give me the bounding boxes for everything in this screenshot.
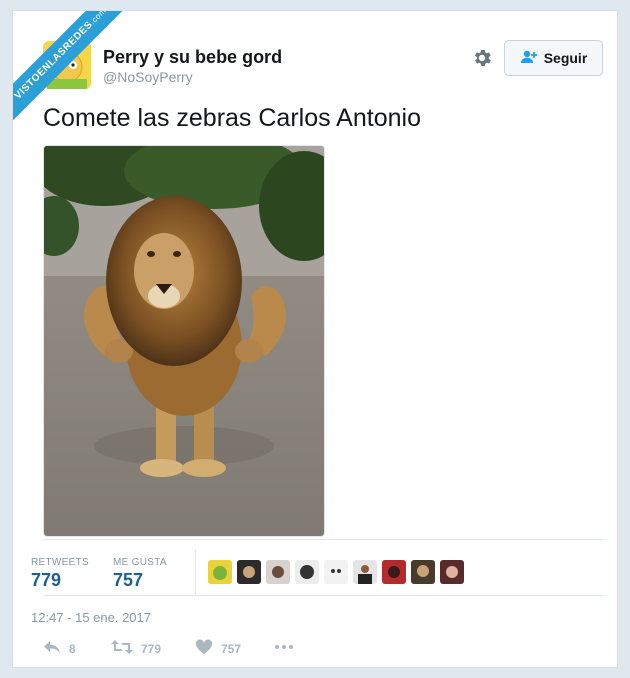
avatar[interactable] <box>237 560 261 584</box>
retweets-count[interactable]: 779 <box>31 570 61 591</box>
avatar[interactable] <box>295 560 319 584</box>
stats-separator <box>195 550 196 594</box>
more-button[interactable] <box>273 639 295 658</box>
avatar[interactable] <box>353 560 377 584</box>
like-button[interactable]: 757 <box>195 639 241 658</box>
reply-button[interactable]: 8 <box>43 639 76 658</box>
add-user-icon <box>520 50 538 67</box>
avatar[interactable] <box>324 560 348 584</box>
avatar[interactable] <box>411 560 435 584</box>
tweet-card: VISTOENLASREDES.com Perry y su bebe gord… <box>12 10 618 668</box>
gear-icon[interactable] <box>471 47 493 69</box>
tweet-timestamp[interactable]: 12:47 - 15 ene. 2017 <box>31 610 151 625</box>
likes-count[interactable]: 757 <box>113 570 143 591</box>
more-icon <box>273 639 295 658</box>
avatar[interactable] <box>440 560 464 584</box>
tweet-photo[interactable] <box>43 145 325 537</box>
follow-label: Seguir <box>543 50 588 66</box>
avatar[interactable] <box>208 560 232 584</box>
heart-icon <box>195 639 213 658</box>
avatar[interactable] <box>266 560 290 584</box>
likes-label: ME GUSTA <box>113 557 167 568</box>
retweet-icon <box>111 639 133 658</box>
retweets-label: RETWEETS <box>31 557 89 568</box>
avatar[interactable] <box>382 560 406 584</box>
follow-button[interactable]: Seguir <box>504 40 603 76</box>
divider <box>43 595 603 596</box>
liker-avatars <box>208 560 464 584</box>
reply-icon <box>43 639 61 658</box>
watermark-ribbon: VISTOENLASREDES.com <box>13 11 133 131</box>
divider <box>43 539 603 540</box>
retweet-button[interactable]: 779 <box>111 639 161 658</box>
